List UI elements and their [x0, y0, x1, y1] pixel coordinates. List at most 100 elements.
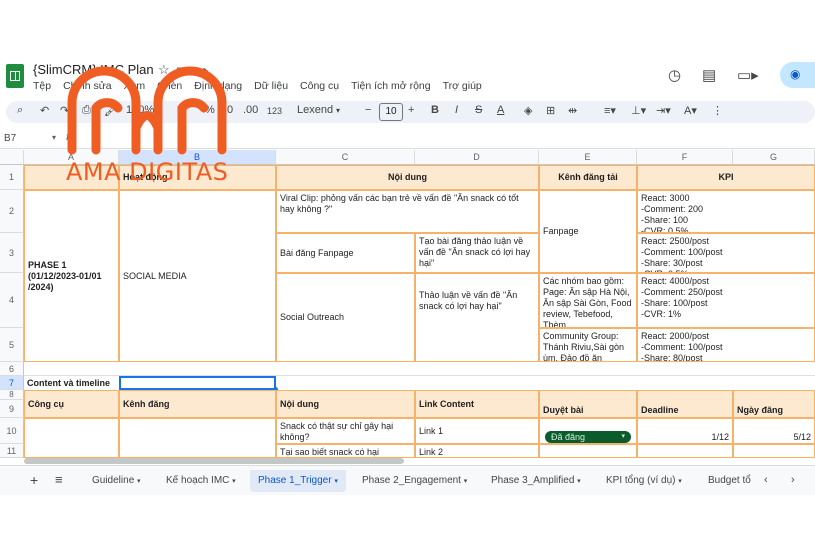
italic-button[interactable]: I: [455, 104, 458, 116]
increase-decimal-button[interactable]: .00: [243, 104, 258, 116]
cell-e2[interactable]: Fanpage: [539, 190, 637, 273]
cell-f1[interactable]: KPI: [637, 165, 815, 190]
row-header-8[interactable]: 8: [0, 390, 24, 400]
undo-icon[interactable]: ↶: [40, 104, 49, 117]
row-header-2[interactable]: 2: [0, 190, 24, 233]
search-menus-icon[interactable]: ⌕: [17, 104, 23, 117]
cell-d4[interactable]: Thảo luận về vấn đề "Ăn snack có lợi hay…: [415, 273, 539, 362]
comments-icon[interactable]: ▤: [702, 66, 716, 84]
strikethrough-button[interactable]: S: [475, 104, 482, 116]
font-select[interactable]: Lexend: [297, 104, 333, 116]
cell-f2[interactable]: React: 3000 -Comment: 200 -Share: 100 -C…: [637, 190, 815, 233]
cell-c4[interactable]: Social Outreach: [276, 273, 415, 362]
row-header-4[interactable]: 4: [0, 273, 24, 328]
font-dropdown-icon[interactable]: ▾: [336, 106, 340, 115]
menu-tools[interactable]: Công cụ: [300, 80, 339, 92]
font-size-input[interactable]: 10: [379, 103, 403, 121]
row-header-6[interactable]: 6: [0, 362, 24, 376]
tab-ke-hoach-imc[interactable]: Kế hoạch IMC ▾: [160, 470, 242, 492]
cell-f5[interactable]: React: 2000/post -Comment: 100/post -Sha…: [637, 328, 815, 362]
share-button[interactable]: ◉: [780, 62, 815, 88]
cell-e9[interactable]: Duyệt bài: [539, 390, 637, 418]
history-icon[interactable]: ◷: [668, 66, 681, 84]
cell-b7-selected[interactable]: [119, 376, 276, 390]
tab-scroll-left-icon[interactable]: ‹: [764, 474, 768, 486]
column-header-f[interactable]: F: [637, 150, 733, 165]
row-6-cells[interactable]: [24, 362, 815, 376]
column-header-d[interactable]: D: [415, 150, 539, 165]
menu-data[interactable]: Dữ liệu: [254, 80, 288, 92]
cell-b10[interactable]: [119, 418, 276, 458]
name-box-dropdown-icon[interactable]: ▾: [52, 133, 56, 142]
row-header-9[interactable]: 9: [0, 400, 24, 418]
tab-guideline[interactable]: Guideline ▾: [86, 470, 147, 492]
cell-f10[interactable]: 1/12: [637, 418, 733, 444]
cell-g9[interactable]: Ngày đăng: [733, 390, 815, 418]
row-header-7[interactable]: 7: [0, 376, 24, 390]
cell-a10[interactable]: [24, 418, 119, 458]
cell-c1[interactable]: Nội dung: [276, 165, 539, 190]
cell-f11[interactable]: [637, 444, 733, 458]
row-header-1[interactable]: 1: [0, 165, 24, 190]
add-sheet-icon[interactable]: +: [30, 472, 38, 488]
cell-a2[interactable]: PHASE 1 (01/12/2023-01/01 /2024): [24, 190, 119, 362]
column-header-e[interactable]: E: [539, 150, 637, 165]
bold-button[interactable]: B: [431, 104, 439, 116]
cell-g11[interactable]: [733, 444, 815, 458]
cell-f4[interactable]: React: 4000/post -Comment: 250/post -Sha…: [637, 273, 815, 328]
more-tools-icon[interactable]: ⋮: [712, 104, 723, 117]
text-color-button[interactable]: A: [497, 104, 504, 116]
cell-c3[interactable]: Bài đăng Fanpage: [276, 233, 415, 273]
tab-kpi-tong[interactable]: KPI tổng (ví dụ) ▾: [600, 470, 688, 492]
tab-dropdown-icon: ▾: [232, 478, 236, 485]
tab-phase-1-trigger[interactable]: Phase 1_Trigger ▾: [250, 470, 346, 492]
number-format-button[interactable]: 123: [267, 106, 282, 116]
cell-f3[interactable]: React: 2500/post -Comment: 100/post -Sha…: [637, 233, 815, 273]
cell-e4[interactable]: Các nhóm bao gồm: Page: Ăn sập Hà Nội, Ă…: [539, 273, 637, 328]
font-size-decrease-button[interactable]: −: [365, 104, 371, 116]
cell-c10[interactable]: Snack có thật sự chỉ gây hại không?: [276, 418, 415, 444]
cell-b2[interactable]: SOCIAL MEDIA: [119, 190, 276, 362]
cell-e11[interactable]: [539, 444, 637, 458]
cell-c9[interactable]: Nội dung: [276, 390, 415, 418]
sheets-logo-icon[interactable]: [6, 64, 24, 88]
font-size-increase-button[interactable]: +: [408, 104, 414, 116]
tab-scroll-right-icon[interactable]: ›: [791, 474, 795, 486]
cell-f9[interactable]: Deadline: [637, 390, 733, 418]
status-chip[interactable]: Đã đăng ▾: [545, 431, 631, 443]
menu-extensions[interactable]: Tiện ích mở rộng: [351, 80, 430, 92]
cell-d3[interactable]: Tạo bài đăng thảo luận về vấn đề "Ăn sna…: [415, 233, 539, 273]
row-header-5[interactable]: 5: [0, 328, 24, 362]
text-wrap-icon[interactable]: ⇥▾: [656, 104, 671, 117]
cell-d10[interactable]: Link 1: [415, 418, 539, 444]
all-sheets-icon[interactable]: ≡: [55, 472, 63, 487]
cell-c2[interactable]: Viral Clip: phỏng vấn các bạn trẻ về vấn…: [276, 190, 539, 233]
text-rotate-icon[interactable]: A▾: [684, 104, 697, 117]
row-header-3[interactable]: 3: [0, 233, 24, 273]
cell-d9[interactable]: Link Content: [415, 390, 539, 418]
cell-g10[interactable]: 5/12: [733, 418, 815, 444]
vertical-align-icon[interactable]: ⊥▾: [631, 104, 646, 117]
cell-e1[interactable]: Kênh đăng tải: [539, 165, 637, 190]
column-header-g[interactable]: G: [733, 150, 815, 165]
column-header-c[interactable]: C: [276, 150, 415, 165]
horizontal-align-icon[interactable]: ≡▾: [604, 104, 616, 117]
tab-phase-2-engagement[interactable]: Phase 2_Engagement ▾: [356, 470, 473, 492]
cell-e5[interactable]: Community Group: Thánh Riviu,Sài gòn ùm,…: [539, 328, 637, 362]
menu-help[interactable]: Trợ giúp: [443, 80, 482, 92]
borders-icon[interactable]: ⊞: [546, 104, 555, 117]
cell-a9[interactable]: Công cụ: [24, 390, 119, 418]
row-header-11[interactable]: 11: [0, 444, 24, 458]
cell-d11[interactable]: Link 2: [415, 444, 539, 458]
horizontal-scrollbar[interactable]: [24, 458, 404, 464]
cell-c11[interactable]: Tại sao biết snack có hại: [276, 444, 415, 458]
row-header-10[interactable]: 10: [0, 418, 24, 444]
cell-b9[interactable]: Kênh đăng: [119, 390, 276, 418]
meet-icon[interactable]: ▭▸: [737, 66, 759, 84]
merge-cells-icon[interactable]: ⇹: [568, 104, 577, 117]
menu-file[interactable]: Tệp: [33, 80, 51, 92]
corner-select-all[interactable]: [0, 150, 24, 165]
fill-color-icon[interactable]: ◈: [524, 104, 532, 117]
tab-phase-3-amplified[interactable]: Phase 3_Amplified ▾: [485, 470, 587, 492]
tab-budget[interactable]: Budget tổ: [702, 470, 764, 492]
